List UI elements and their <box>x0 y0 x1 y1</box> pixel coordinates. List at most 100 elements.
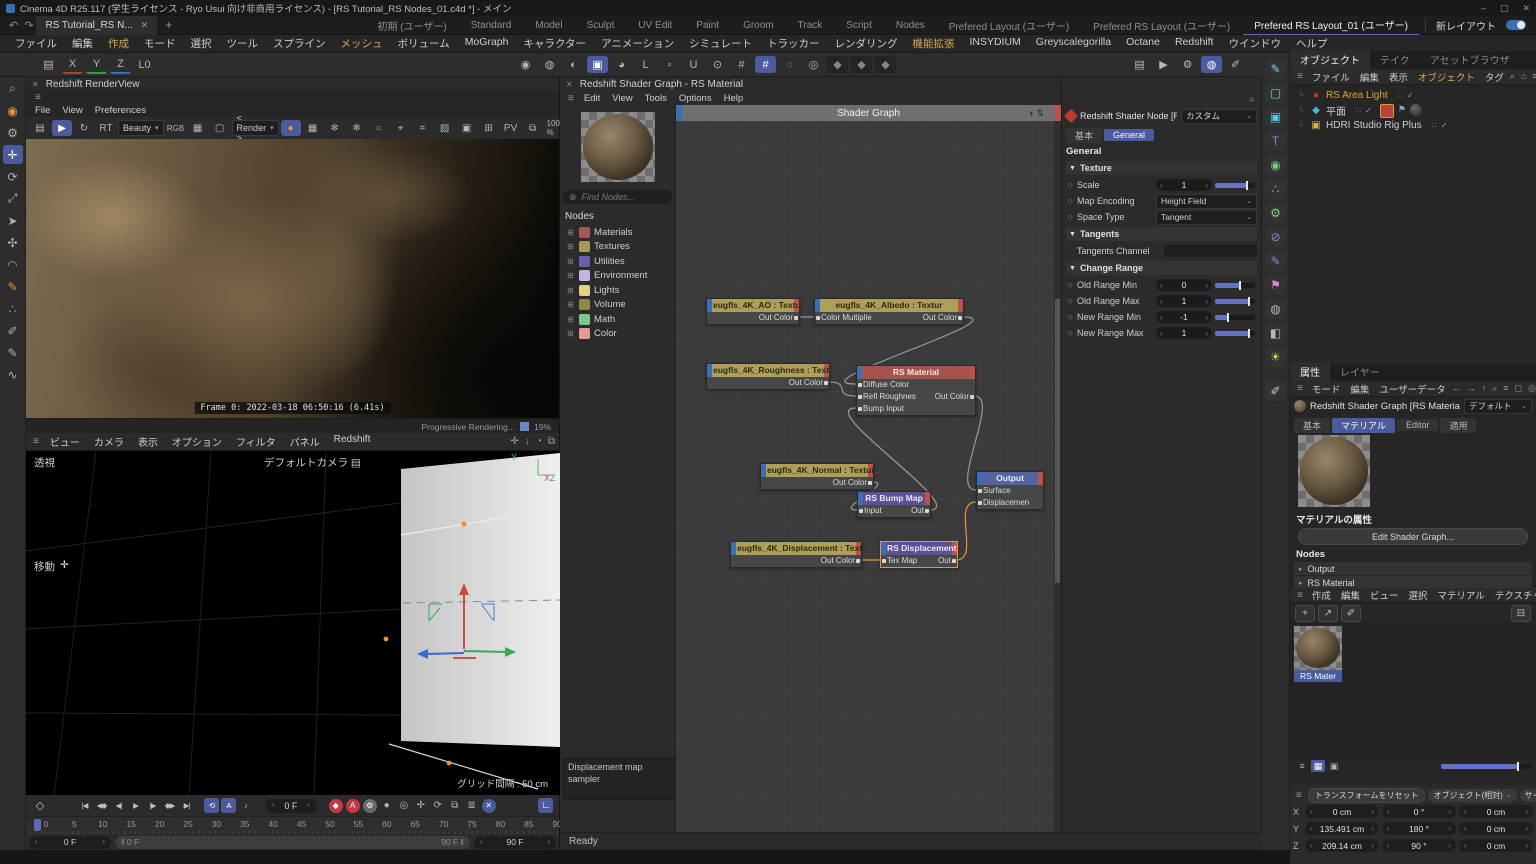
material-pen-icon[interactable]: ✐ <box>1225 56 1246 73</box>
find-nodes-input[interactable]: ⊗ Find Nodes... <box>563 190 672 204</box>
light-icon[interactable]: ☀ <box>1265 347 1286 367</box>
expand-icon[interactable]: ⊞ <box>567 329 575 338</box>
crop-icon[interactable]: ▢ <box>210 120 230 136</box>
graph-node-albedo[interactable]: eugfls_4K_Albedo : TexturColor Multiplie… <box>814 298 964 325</box>
menu-選択[interactable]: 選択 <box>1403 588 1432 602</box>
node-category-lights[interactable]: ⊞Lights <box>563 283 672 298</box>
value-slider[interactable] <box>1215 299 1255 304</box>
graph-node-disp[interactable]: RS DisplacementTex MapOut <box>880 541 958 568</box>
expand-icon[interactable]: ⊞ <box>567 242 575 251</box>
node-output-port[interactable]: Out Color <box>923 312 957 324</box>
node-input-port[interactable]: Surface <box>983 485 1011 497</box>
material-node-Output[interactable]: ▸Output <box>1294 562 1532 575</box>
panel-menu-icon[interactable]: ≡ <box>1294 71 1306 82</box>
thumbnail-size-slider[interactable] <box>1441 764 1531 769</box>
scale-tool[interactable]: ⤢ <box>3 189 23 208</box>
key-rotation-button[interactable]: ◎ <box>397 799 411 813</box>
preset-select[interactable]: デフォルト⌄ <box>1464 399 1532 414</box>
value-stepper[interactable]: ‹1› <box>1156 179 1212 191</box>
node-output-port[interactable]: Out <box>938 555 951 567</box>
loop-toggle[interactable]: ⟲ <box>204 798 219 813</box>
menu-View[interactable]: View <box>606 93 638 104</box>
expand-icon[interactable]: ⊞ <box>567 228 575 237</box>
ui-scale-toggle[interactable] <box>1506 20 1526 30</box>
rgb-channel-button[interactable]: RGB <box>166 120 186 136</box>
model-mode-icon[interactable]: ◍ <box>539 56 560 73</box>
menu-ビュー[interactable]: ビュー <box>1365 588 1404 602</box>
viewport-canvas[interactable]: 透視 デフォルトカメラ ▤ Y X Z 移動 ✛ グリッド間隔 : 50 cm <box>26 451 560 796</box>
redshift-renderview-button[interactable]: ◍ <box>1201 56 1222 73</box>
tab-適用[interactable]: 適用 <box>1440 418 1476 433</box>
transport-button[interactable]: |◀ <box>77 798 92 813</box>
node-category-color[interactable]: ⊞Color <box>563 327 672 342</box>
new-layout-button[interactable]: 新レイアウト <box>1425 18 1506 33</box>
node-preset-select[interactable]: カスタム⌄ <box>1181 109 1257 124</box>
node-output-port[interactable]: Out Color <box>935 391 969 403</box>
coord-mode-select[interactable]: オブジェクト(相対)⌄ <box>1428 789 1516 802</box>
sound-toggle[interactable]: ♪ <box>238 798 253 813</box>
layout-tab[interactable]: Groom <box>732 18 785 33</box>
make-editable-icon[interactable]: ◉ <box>515 56 536 73</box>
record-icon[interactable]: ▤ <box>38 56 59 73</box>
home-icon[interactable]: ⌂ <box>1521 71 1526 82</box>
key-rot-icon[interactable]: ⟳ <box>431 799 445 813</box>
menu-ビュー[interactable]: ビュー <box>43 434 87 449</box>
expand-icon[interactable]: ⊞ <box>567 315 575 324</box>
node-category-environment[interactable]: ⊞Environment <box>563 269 672 284</box>
menu-Greyscalegorilla[interactable]: Greyscalegorilla <box>1029 35 1118 52</box>
menu-キャラクター[interactable]: キャラクター <box>516 35 593 52</box>
axis-x-lock[interactable]: X <box>62 55 83 74</box>
menu-機能拡張[interactable]: 機能拡張 <box>905 35 961 52</box>
tab-アセットブラウザ[interactable]: アセットブラウザ <box>1420 50 1520 69</box>
graph-header-icons[interactable]: ◑⇅ <box>1028 108 1047 119</box>
lock-icon[interactable]: ● <box>281 120 301 136</box>
filter-icon[interactable]: ≡ <box>1503 383 1508 394</box>
node-category-math[interactable]: ⊞Math <box>563 312 672 327</box>
maximize-button[interactable]: ▢ <box>1500 3 1509 14</box>
layout-tab[interactable]: Paint <box>685 18 730 33</box>
object-row[interactable]: └●RS Area Light∷✓ <box>1290 88 1536 103</box>
lock-icon[interactable]: ◻ <box>1515 383 1522 394</box>
menu-ユーザーデータ[interactable]: ユーザーデータ <box>1374 382 1450 396</box>
menu-作成[interactable]: 作成 <box>101 35 136 52</box>
menu-オブジェクト[interactable]: オブジェクト <box>1413 70 1480 84</box>
back-icon[interactable]: ← <box>1452 383 1461 394</box>
timeline-tick[interactable]: 70 <box>439 819 448 829</box>
menu-スプライン[interactable]: スプライン <box>266 35 333 52</box>
object-row[interactable]: └▣HDRI Studio Rig Plus∷✓ <box>1290 118 1536 133</box>
node-output-port[interactable]: Out Color <box>789 377 823 389</box>
node-output-port[interactable]: Out Color <box>821 555 855 567</box>
pick-material-button[interactable]: ✐ <box>1341 605 1361 622</box>
timeline-tick[interactable]: 65 <box>410 819 419 829</box>
transport-button[interactable]: ◆▶ <box>162 798 177 813</box>
coord-system[interactable]: L0 <box>134 56 155 73</box>
coord-position-field-Y[interactable]: ‹135.491 cm› <box>1305 822 1379 835</box>
node-category-materials[interactable]: ⊞Materials <box>563 225 672 240</box>
grid-quantize-icon[interactable]: # <box>755 56 776 73</box>
timeline-tick[interactable]: 40 <box>268 819 277 829</box>
panel-menu-icon[interactable]: ≡ <box>32 92 44 103</box>
graph-node-rough[interactable]: eugfls_4K_Roughness : TexturOut Color <box>706 363 830 390</box>
axis-y-lock[interactable]: Y <box>86 55 107 74</box>
value-stepper[interactable]: ‹1› <box>1156 295 1212 307</box>
layout-tab[interactable]: Script <box>835 18 883 33</box>
magnet-icon[interactable]: U <box>683 56 704 73</box>
timeline-tick[interactable]: 45 <box>297 819 306 829</box>
timeline-tick[interactable]: 85 <box>524 819 533 829</box>
layout-tab[interactable]: Standard <box>460 18 523 33</box>
coord-size-field-Z[interactable]: ‹0 cm› <box>1459 839 1533 852</box>
line-pen-tool[interactable]: ✎ <box>3 343 23 362</box>
node-category-volume[interactable]: ⊞Volume <box>563 298 672 313</box>
texture-tag[interactable] <box>1410 104 1422 116</box>
bucket-grid-icon[interactable]: ▦ <box>303 120 323 136</box>
expand-icon[interactable]: ⊞ <box>567 286 575 295</box>
node-input-port[interactable]: Bump Input <box>863 403 904 415</box>
timeline-tick[interactable]: 15 <box>126 819 135 829</box>
menu-Tools[interactable]: Tools <box>639 93 673 104</box>
layout-tab[interactable]: Prefered RS Layout (ユーザー) <box>1082 16 1241 35</box>
menu-ツール[interactable]: ツール <box>220 35 266 52</box>
transport-button[interactable]: ◀◆ <box>94 798 109 813</box>
pass-select[interactable]: Beauty▾ <box>118 120 164 136</box>
camera-label[interactable]: デフォルトカメラ ▤ <box>264 455 361 470</box>
capsule-1-icon[interactable]: ◆ <box>827 56 848 73</box>
